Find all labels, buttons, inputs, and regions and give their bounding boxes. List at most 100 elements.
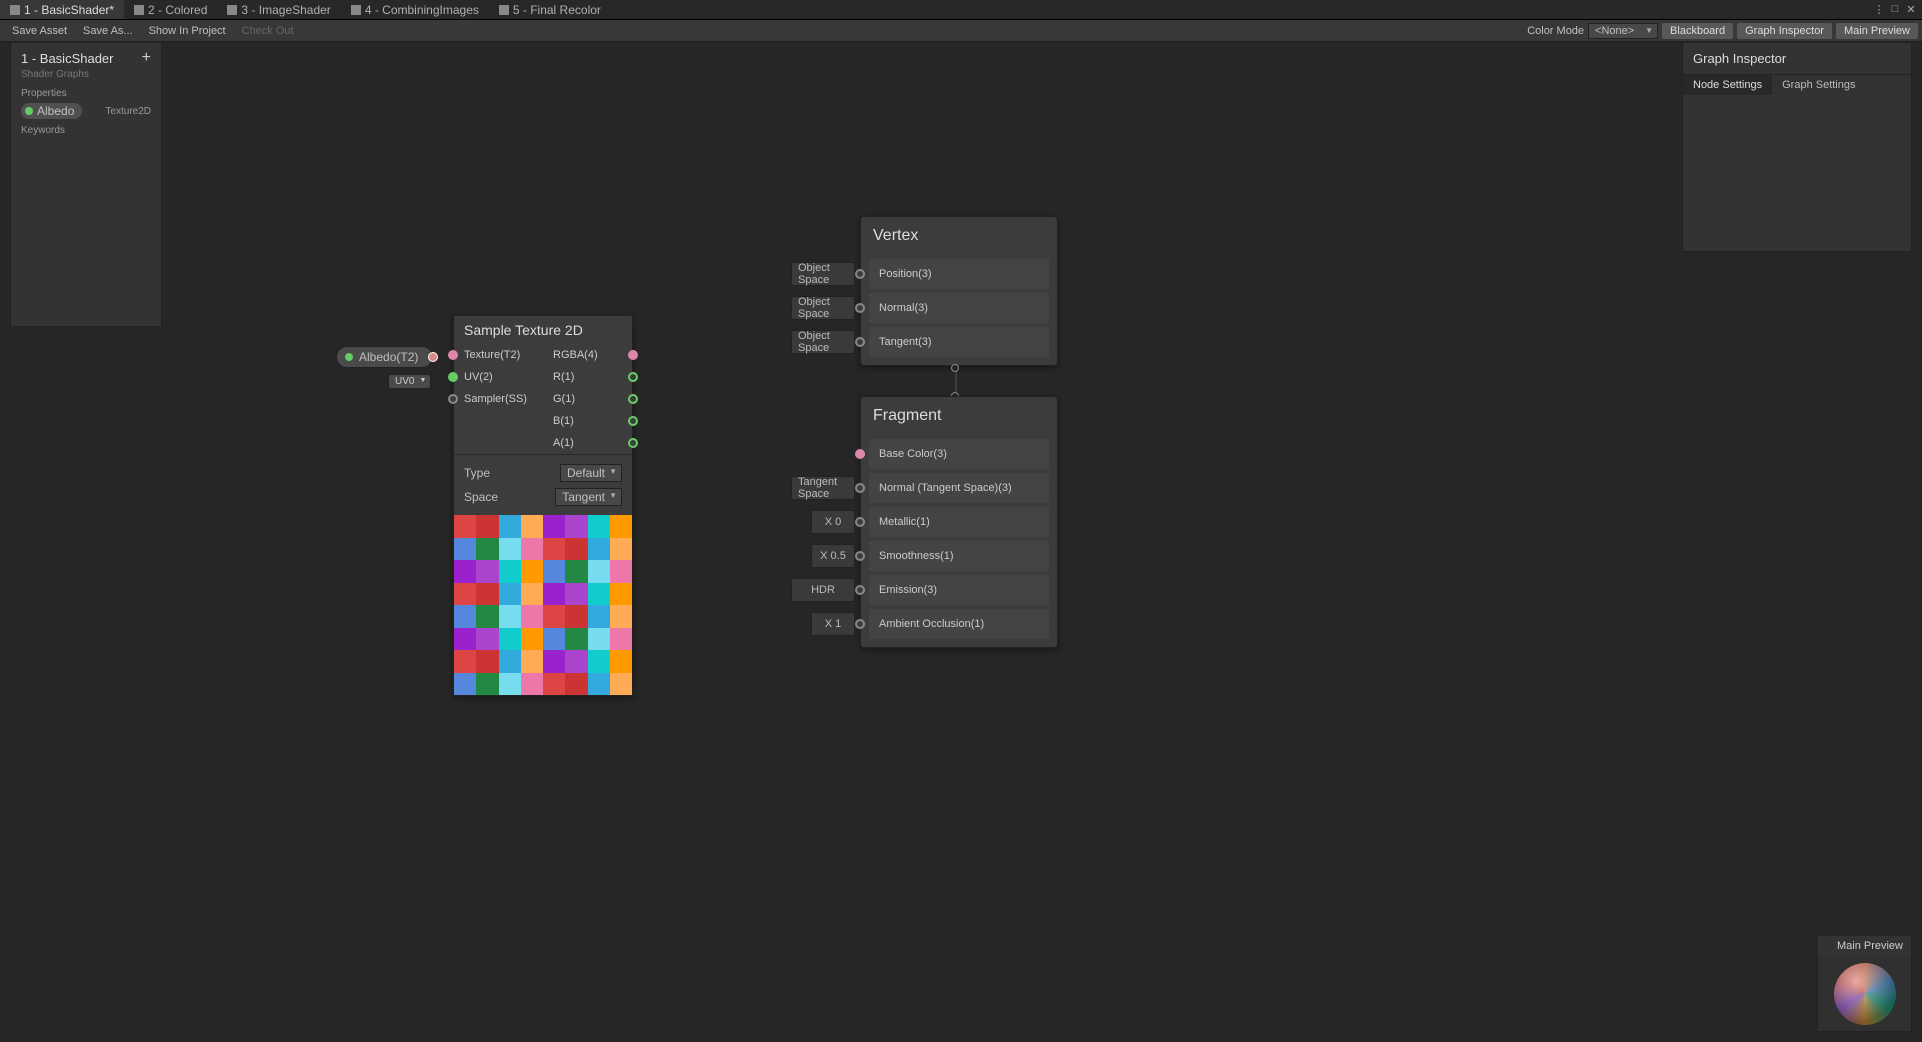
tab-label: 4 - CombiningImages bbox=[365, 3, 479, 17]
property-dot-icon bbox=[25, 107, 33, 115]
port-label: UV(2) bbox=[454, 371, 503, 383]
property-name: Albedo bbox=[37, 104, 74, 118]
node-title: Sample Texture 2D bbox=[454, 316, 632, 344]
keywords-section: Keywords bbox=[11, 121, 161, 138]
maximize-icon[interactable]: □ bbox=[1888, 3, 1902, 17]
port-label: Emission(3) bbox=[869, 584, 947, 596]
shader-icon bbox=[227, 5, 237, 15]
vertex-row-tangent[interactable]: Object SpaceTangent(3) bbox=[869, 327, 1049, 357]
graph-inspector-toggle[interactable]: Graph Inspector bbox=[1737, 23, 1832, 39]
main-preview-toggle[interactable]: Main Preview bbox=[1836, 23, 1918, 39]
port-label: Smoothness(1) bbox=[869, 550, 964, 562]
setting-label: Space bbox=[464, 490, 498, 504]
port-label: B(1) bbox=[543, 415, 584, 427]
pre-label: Object Space bbox=[791, 330, 855, 354]
pre-label: Object Space bbox=[791, 296, 855, 320]
window-controls: ⋮ □ ✕ bbox=[1872, 3, 1922, 17]
color-mode-dropdown[interactable]: <None> bbox=[1588, 23, 1658, 39]
tab-basicshader[interactable]: 1 - BasicShader* bbox=[0, 0, 124, 19]
port-label: Sampler(SS) bbox=[454, 393, 537, 405]
save-as-button[interactable]: Save As... bbox=[75, 23, 141, 39]
uv-dropdown[interactable]: UV0 bbox=[388, 374, 431, 389]
tab-combiningimages[interactable]: 4 - CombiningImages bbox=[341, 0, 489, 19]
properties-section: Properties bbox=[11, 84, 161, 101]
output-port-r[interactable] bbox=[628, 372, 638, 382]
vertex-row-position[interactable]: Object SpacePosition(3) bbox=[869, 259, 1049, 289]
main-preview-title: Main Preview bbox=[1818, 936, 1911, 956]
port-label: Texture(T2) bbox=[454, 349, 530, 361]
graph-canvas[interactable]: 1 - BasicShader + Shader Graphs Properti… bbox=[0, 42, 1922, 1042]
blackboard-panel[interactable]: 1 - BasicShader + Shader Graphs Properti… bbox=[10, 42, 162, 327]
tab-label: 5 - Final Recolor bbox=[513, 3, 601, 17]
tab-finalrecolor[interactable]: 5 - Final Recolor bbox=[489, 0, 611, 19]
vertex-master-node[interactable]: Vertex Object SpacePosition(3) Object Sp… bbox=[860, 216, 1058, 366]
output-port-b[interactable] bbox=[628, 416, 638, 426]
input-port-basecolor[interactable] bbox=[855, 449, 865, 459]
input-port[interactable] bbox=[855, 551, 865, 561]
tab-node-settings[interactable]: Node Settings bbox=[1683, 75, 1772, 95]
inspector-title: Graph Inspector bbox=[1683, 43, 1911, 74]
space-dropdown[interactable]: Tangent bbox=[555, 488, 622, 506]
tab-colored[interactable]: 2 - Colored bbox=[124, 0, 217, 19]
input-port[interactable] bbox=[855, 483, 865, 493]
menu-icon[interactable]: ⋮ bbox=[1872, 3, 1886, 17]
pre-label: HDR bbox=[791, 578, 855, 602]
check-out-button: Check Out bbox=[234, 23, 302, 39]
property-node-label: Albedo(T2) bbox=[359, 350, 418, 364]
property-row-albedo[interactable]: Albedo Texture2D bbox=[11, 101, 161, 121]
shader-icon bbox=[499, 5, 509, 15]
pre-label: X 0 bbox=[811, 510, 855, 534]
property-node-albedo[interactable]: Albedo(T2) bbox=[336, 346, 433, 368]
vertex-row-normal[interactable]: Object SpaceNormal(3) bbox=[869, 293, 1049, 323]
show-in-project-button[interactable]: Show In Project bbox=[141, 23, 234, 39]
port-label: Metallic(1) bbox=[869, 516, 940, 528]
connector-dot-icon bbox=[951, 364, 959, 372]
fragment-row-normal[interactable]: Tangent SpaceNormal (Tangent Space)(3) bbox=[869, 473, 1049, 503]
tab-graph-settings[interactable]: Graph Settings bbox=[1772, 75, 1865, 95]
main-preview-panel[interactable]: Main Preview bbox=[1817, 935, 1912, 1032]
input-port[interactable] bbox=[855, 269, 865, 279]
save-asset-button[interactable]: Save Asset bbox=[4, 23, 75, 39]
blackboard-toggle[interactable]: Blackboard bbox=[1662, 23, 1733, 39]
tab-imageshader[interactable]: 3 - ImageShader bbox=[217, 0, 340, 19]
output-port-rgba[interactable] bbox=[628, 350, 638, 360]
pre-label: Tangent Space bbox=[791, 476, 855, 500]
fragment-row-basecolor[interactable]: Base Color(3) bbox=[869, 439, 1049, 469]
property-dot-icon bbox=[345, 353, 353, 361]
property-type: Texture2D bbox=[105, 106, 151, 117]
node-sample-texture-2d[interactable]: Sample Texture 2D Texture(T2) UV(2) Samp… bbox=[453, 315, 633, 696]
tab-label: 3 - ImageShader bbox=[241, 3, 330, 17]
setting-label: Type bbox=[464, 466, 490, 480]
type-dropdown[interactable]: Default bbox=[560, 464, 622, 482]
tab-bar: 1 - BasicShader* 2 - Colored 3 - ImageSh… bbox=[0, 0, 1922, 20]
fragment-row-smoothness[interactable]: X 0.5Smoothness(1) bbox=[869, 541, 1049, 571]
node-title: Fragment bbox=[861, 397, 1057, 435]
input-port-uv[interactable] bbox=[448, 372, 458, 382]
input-port[interactable] bbox=[855, 337, 865, 347]
input-port[interactable] bbox=[855, 585, 865, 595]
preview-sphere bbox=[1834, 963, 1896, 1025]
graph-inspector-panel[interactable]: Graph Inspector Node Settings Graph Sett… bbox=[1682, 42, 1912, 252]
fragment-row-metallic[interactable]: X 0Metallic(1) bbox=[869, 507, 1049, 537]
port-label: RGBA(4) bbox=[543, 349, 608, 361]
close-icon[interactable]: ✕ bbox=[1904, 3, 1918, 17]
fragment-master-node[interactable]: Fragment Base Color(3) Tangent SpaceNorm… bbox=[860, 396, 1058, 648]
shader-icon bbox=[10, 5, 20, 15]
input-port-texture[interactable] bbox=[448, 350, 458, 360]
add-property-button[interactable]: + bbox=[142, 49, 151, 67]
input-port[interactable] bbox=[855, 517, 865, 527]
main-preview-body bbox=[1818, 956, 1911, 1031]
fragment-row-emission[interactable]: HDREmission(3) bbox=[869, 575, 1049, 605]
output-port[interactable] bbox=[428, 352, 438, 362]
output-port-a[interactable] bbox=[628, 438, 638, 448]
blackboard-subtitle: Shader Graphs bbox=[11, 69, 161, 84]
pre-label: X 0.5 bbox=[811, 544, 855, 568]
input-port-sampler[interactable] bbox=[448, 394, 458, 404]
texture-preview bbox=[454, 515, 632, 695]
input-port[interactable] bbox=[855, 303, 865, 313]
output-port-g[interactable] bbox=[628, 394, 638, 404]
port-label: A(1) bbox=[543, 437, 584, 449]
input-port[interactable] bbox=[855, 619, 865, 629]
shader-icon bbox=[134, 5, 144, 15]
fragment-row-ao[interactable]: X 1Ambient Occlusion(1) bbox=[869, 609, 1049, 639]
